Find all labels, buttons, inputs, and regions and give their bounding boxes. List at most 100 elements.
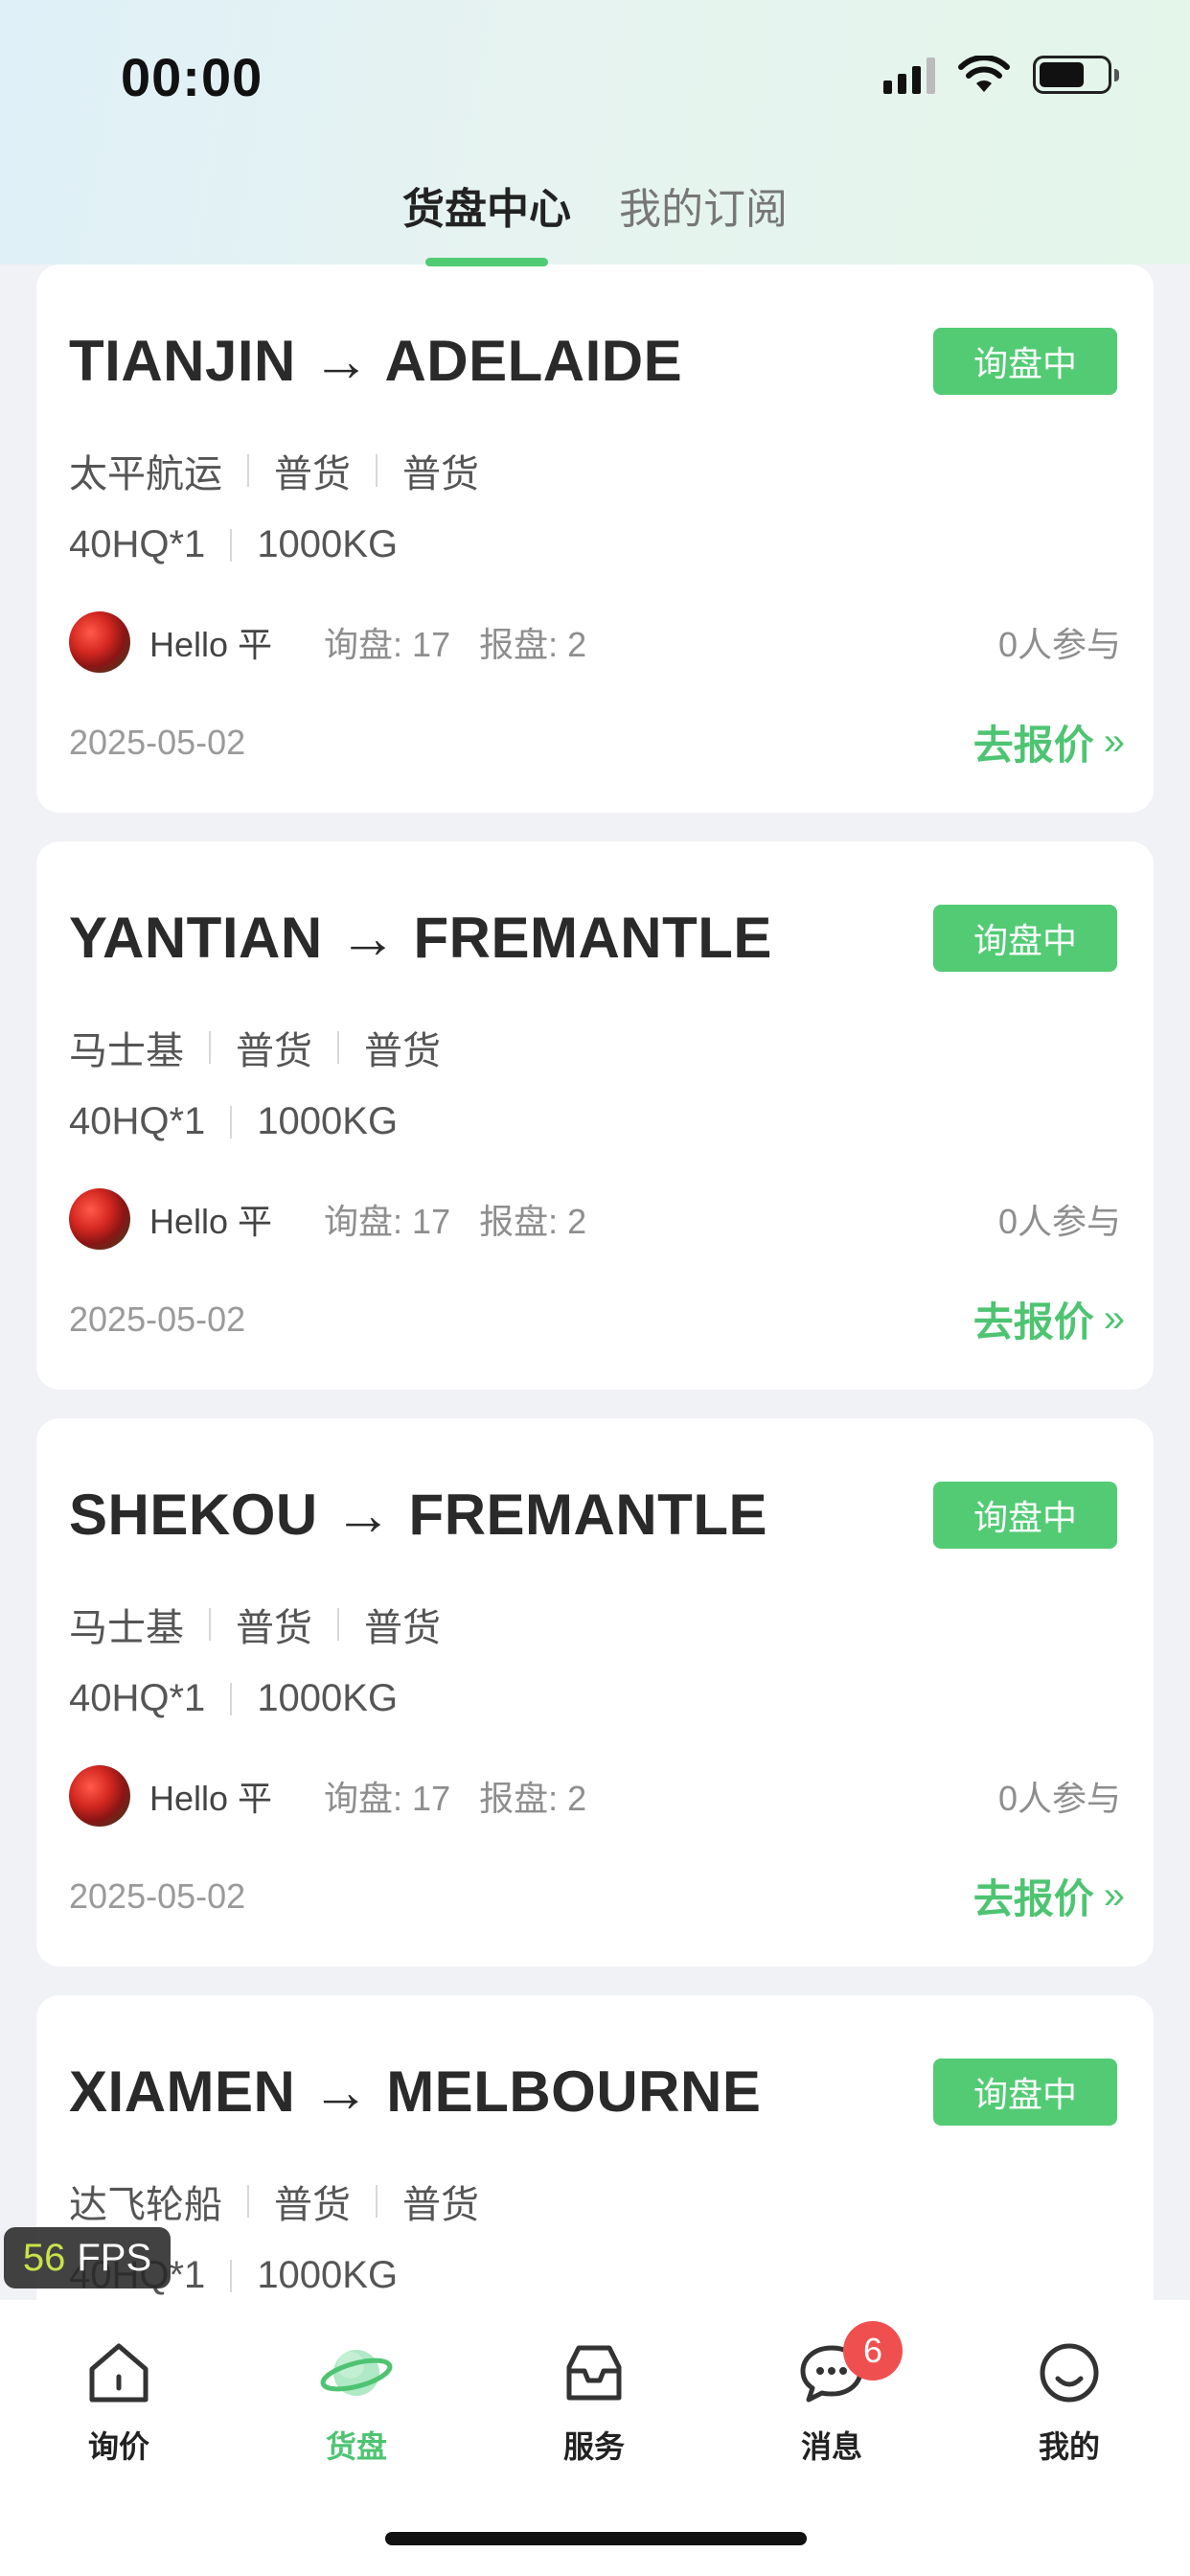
divider <box>209 1608 211 1641</box>
divider <box>230 1682 233 1715</box>
participants-count: 0人参与 <box>997 1779 1121 1818</box>
notification-badge: 6 <box>843 2321 903 2380</box>
divider <box>376 2185 378 2218</box>
cargo-spec: 40HQ*1 1000KG <box>69 523 398 566</box>
weight-spec: 1000KG <box>257 1677 399 1719</box>
carrier-tag: 马士基 <box>69 1607 184 1649</box>
planet-icon <box>320 2350 393 2396</box>
route-title: SHEKOU → FREMANTLE <box>69 1483 767 1547</box>
container-spec: 40HQ*1 <box>69 1100 206 1142</box>
cargo-list[interactable]: TIANJIN → ADELAIDE 询盘中 太平航运 普货 普货 40HQ*1… <box>0 264 1190 2300</box>
user-row: Hello 平 询盘: 17 报盘: 2 0人参与 <box>69 611 1121 673</box>
cargo-tags: 达飞轮船 普货 普货 <box>69 2174 479 2229</box>
divider <box>230 528 233 562</box>
cargo-card[interactable]: TIANJIN → ADELAIDE 询盘中 太平航运 普货 普货 40HQ*1… <box>36 264 1154 813</box>
quote-count: 报盘: 2 <box>479 625 587 664</box>
route-title: YANTIAN → FREMANTLE <box>69 906 772 970</box>
tabbar-item-messages[interactable]: 6 消息 <box>755 2321 908 2467</box>
route-title: XIAMEN → MELBOURNE <box>69 2059 762 2124</box>
carrier-tag: 达飞轮船 <box>69 2184 222 2226</box>
tabbar-item-service[interactable]: 服务 <box>517 2334 671 2467</box>
tab-my-subscriptions[interactable]: 我的订阅 <box>619 174 788 263</box>
cargo-type-tag: 普货 <box>236 1030 312 1072</box>
cargo-type-tag: 普货 <box>274 453 351 495</box>
fps-overlay: 56 FPS <box>4 2227 171 2288</box>
cargo-spec: 40HQ*1 1000KG <box>69 1677 398 1720</box>
inquiry-count: 询盘: 17 <box>324 1779 451 1818</box>
inquiry-count: 询盘: 17 <box>324 625 451 664</box>
weight-spec: 1000KG <box>257 1100 399 1142</box>
divider <box>209 1031 211 1064</box>
user-name: Hello 平 <box>149 1202 273 1241</box>
cargo-card[interactable]: XIAMEN → MELBOURNE 询盘中 达飞轮船 普货 普货 40HQ*1… <box>36 1995 1154 2300</box>
double-chevron-right-icon: » <box>1103 1298 1125 1340</box>
cargo-spec: 40HQ*1 1000KG <box>69 1100 398 1143</box>
status-badge: 询盘中 <box>933 2058 1117 2126</box>
carrier-tag: 太平航运 <box>69 453 222 495</box>
quote-count: 报盘: 2 <box>479 1202 587 1241</box>
carrier-tag: 马士基 <box>69 1030 184 1072</box>
cargo-tags: 马士基 普货 普货 <box>69 1020 441 1075</box>
user-name: Hello 平 <box>149 1779 273 1818</box>
cargo-type-tag: 普货 <box>274 2184 351 2226</box>
header: 00:00 货盘中心 我的订阅 <box>0 0 1190 264</box>
tabbar-item-inquiry[interactable]: 询价 <box>42 2334 195 2467</box>
tab-cargo-center[interactable]: 货盘中心 <box>402 174 571 263</box>
go-quote-label: 去报价 <box>973 723 1094 768</box>
fps-label: FPS <box>77 2236 152 2279</box>
user-name: Hello 平 <box>149 625 273 664</box>
container-spec: 40HQ*1 <box>69 1677 206 1719</box>
quote-count: 报盘: 2 <box>479 1779 587 1818</box>
participants-count: 0人参与 <box>997 625 1121 664</box>
cargo-tags: 马士基 普货 普货 <box>69 1597 441 1652</box>
avatar[interactable] <box>69 1765 130 1827</box>
route-title: TIANJIN → ADELAIDE <box>69 329 683 393</box>
tabbar-item-me[interactable]: 我的 <box>993 2334 1146 2467</box>
home-indicator[interactable] <box>385 2532 807 2545</box>
status-time: 00:00 <box>121 47 263 107</box>
cargo-type-tag: 普货 <box>236 1607 312 1649</box>
smiley-icon <box>1040 2343 1099 2403</box>
divider <box>376 454 378 487</box>
go-quote-button[interactable]: 去报价» <box>973 1290 1125 1348</box>
tabbar-item-cargo[interactable]: 货盘 <box>280 2334 433 2467</box>
inquiry-count: 询盘: 17 <box>324 1202 451 1241</box>
go-quote-label: 去报价 <box>973 1876 1094 1921</box>
divider <box>247 2185 249 2218</box>
double-chevron-right-icon: » <box>1103 1874 1125 1917</box>
post-date: 2025-05-02 <box>69 1876 246 1916</box>
battery-icon <box>1033 56 1119 94</box>
go-quote-button[interactable]: 去报价» <box>973 1867 1125 1925</box>
tabbar-label: 询价 <box>87 2429 149 2464</box>
cargo-card[interactable]: YANTIAN → FREMANTLE 询盘中 马士基 普货 普货 40HQ*1… <box>36 841 1154 1390</box>
fps-value: 56 <box>22 2236 66 2279</box>
weight-spec: 1000KG <box>257 523 399 565</box>
avatar[interactable] <box>69 611 130 673</box>
double-chevron-right-icon: » <box>1103 721 1125 763</box>
tabbar-label: 消息 <box>800 2429 862 2464</box>
go-quote-button[interactable]: 去报价» <box>973 713 1125 771</box>
participants-count: 0人参与 <box>997 1202 1121 1241</box>
post-date: 2025-05-02 <box>69 1300 246 1339</box>
status-badge: 询盘中 <box>933 1482 1117 1549</box>
inbox-icon <box>566 2345 622 2401</box>
tabbar-label: 服务 <box>562 2429 625 2464</box>
cargo-type-tag: 普货 <box>402 453 479 495</box>
status-icons <box>883 56 1119 94</box>
cargo-type-tag: 普货 <box>402 2184 479 2226</box>
weight-spec: 1000KG <box>257 2254 399 2296</box>
user-row: Hello 平 询盘: 17 报盘: 2 0人参与 <box>69 1188 1121 1250</box>
status-badge: 询盘中 <box>933 905 1117 972</box>
divider <box>337 1031 339 1064</box>
user-row: Hello 平 询盘: 17 报盘: 2 0人参与 <box>69 1765 1121 1827</box>
divider <box>337 1608 339 1641</box>
status-badge: 询盘中 <box>933 328 1117 395</box>
wifi-icon <box>958 56 1010 92</box>
cargo-tags: 太平航运 普货 普货 <box>69 443 479 498</box>
tabbar-label: 我的 <box>1038 2429 1100 2464</box>
avatar[interactable] <box>69 1188 130 1250</box>
cellular-signal-icon <box>883 56 935 94</box>
go-quote-label: 去报价 <box>973 1300 1094 1345</box>
cargo-card[interactable]: SHEKOU → FREMANTLE 询盘中 马士基 普货 普货 40HQ*1 … <box>36 1418 1154 1966</box>
tabbar-label: 货盘 <box>325 2429 387 2464</box>
